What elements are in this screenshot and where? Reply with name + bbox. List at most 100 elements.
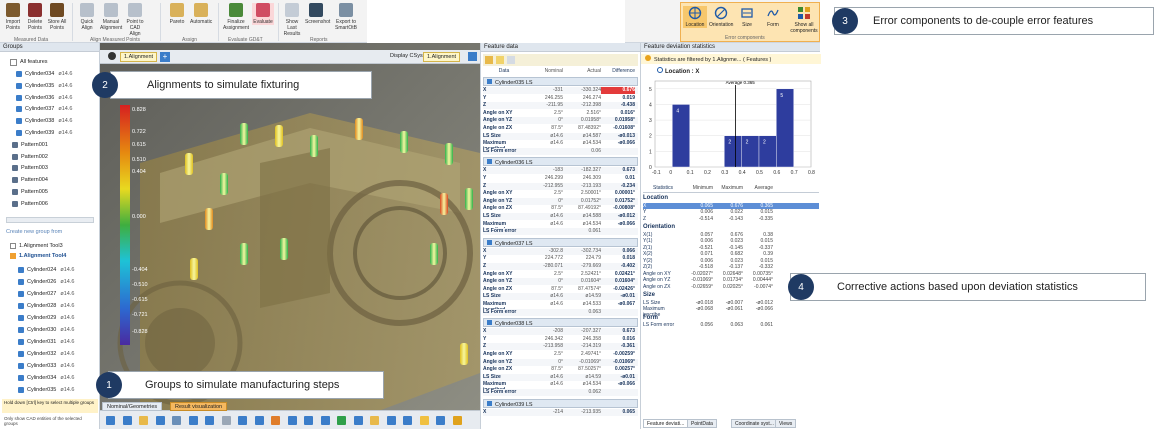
store-all-points-button[interactable]: Store All Points [46,3,68,31]
feature-block-header[interactable]: Cylinder037 LS [483,237,638,247]
tool-icon[interactable] [304,416,313,425]
group-list-item[interactable]: Pattern004 [12,175,48,185]
tolerance-icon[interactable] [496,56,504,64]
alignment-tool4-item[interactable]: 1.Alignment Tool4 [10,251,66,261]
group-list-item[interactable]: Cylinder036 ø14.6 [16,93,72,103]
tool-icon[interactable] [419,416,429,425]
point-to-cad-align-button[interactable]: Point to CAD Align [124,3,146,37]
group-list-item[interactable]: Pattern001 [12,140,48,150]
panel-tab[interactable]: Coordinate syst... [731,419,778,428]
stats-row[interactable]: LS Form error 0.056 0.063 0.061 [643,322,819,329]
tool-icon[interactable] [254,416,264,425]
create-new-group-link[interactable]: Create new group from [6,227,62,237]
alignment-tool3-item[interactable]: 1.Alignment Tool3 [10,241,63,251]
tool-icon[interactable] [337,416,346,425]
cylinder-marker[interactable] [280,238,288,260]
histogram-bar[interactable] [672,104,690,168]
tool-icon[interactable] [238,416,247,425]
tool-icon[interactable] [205,416,214,425]
grid-view-icon[interactable] [507,56,515,64]
stats-row[interactable]: Z -0.514 -0.143 -0.335 [643,216,819,223]
cylinder-marker[interactable] [275,125,283,147]
all-features-item[interactable]: All features [10,57,48,67]
feature-block-header[interactable]: Cylinder036 LS [483,157,638,167]
manual-alignment-button[interactable]: Manual Alignment [100,3,122,31]
cylinder-marker[interactable] [355,118,363,140]
group-list-item[interactable]: Cylinder037 ø14.6 [16,104,72,114]
cylinder-marker[interactable] [240,243,248,265]
tool-icon[interactable] [139,416,148,425]
pareto-button[interactable]: Pareto [166,3,188,25]
panel-tab[interactable]: Views [775,419,797,428]
tool-icon[interactable] [403,416,412,425]
show-all-components-button[interactable]: Show all components [789,6,819,34]
tool-icon[interactable] [353,416,363,425]
group-list-item[interactable]: Pattern005 [12,187,48,197]
filter-icon[interactable] [485,56,493,64]
tool-icon[interactable] [370,416,379,425]
group-list-item[interactable]: Pattern006 [12,199,48,209]
view-icon[interactable] [108,52,116,60]
group-list-item[interactable]: Cylinder035 ø14.6 [18,385,74,395]
cylinder-marker[interactable] [310,135,318,157]
screenshot-button[interactable]: Screenshot [305,3,330,25]
groups-scrollbar[interactable] [6,217,94,223]
tool-icon[interactable] [320,416,330,425]
group-list-item[interactable]: Cylinder031 ø14.6 [18,337,74,347]
group-list-item[interactable]: Cylinder032 ø14.6 [18,349,74,359]
show-last-results-button[interactable]: Show Last Results [281,3,303,37]
group-list-item[interactable]: Cylinder024 ø14.6 [18,265,74,275]
display-csys-select[interactable]: 1.Alignment [423,52,461,62]
group-list-item[interactable]: Cylinder029 ø14.6 [18,313,74,323]
tool-icon[interactable] [122,416,132,425]
feature-block-header[interactable]: Cylinder035 LS [483,77,638,86]
automatic-button[interactable]: Automatic [190,3,212,25]
tool-icon[interactable] [386,416,396,425]
export-button[interactable]: Export to SmartOtB [332,3,360,31]
cylinder-marker[interactable] [205,208,213,230]
group-list-item[interactable]: Cylinder033 ø14.6 [18,361,74,371]
add-icon[interactable]: + [160,52,170,62]
evaluate-button[interactable]: Evaluate [252,3,274,25]
panel-tab[interactable]: Feature deviati... [643,419,689,428]
cylinder-marker[interactable] [465,188,473,210]
cylinder-marker[interactable] [185,153,193,175]
cylinder-marker[interactable] [440,193,448,215]
panel-tab[interactable]: PointData [687,419,717,428]
histogram-bar[interactable] [758,135,777,168]
tab-nominal-geometries[interactable]: Nominal/Geometries [102,402,163,411]
group-list-item[interactable]: Cylinder035 ø14.6 [16,81,72,91]
group-list-item[interactable]: Cylinder030 ø14.6 [18,325,74,335]
cylinder-marker[interactable] [240,123,248,145]
histogram-bar[interactable] [724,135,742,168]
histogram-bar[interactable] [776,88,794,168]
group-list-item[interactable]: Cylinder039 ø14.6 [16,128,72,138]
finalize-assignment-button[interactable]: Finalize Assignment [222,3,250,31]
cylinder-marker[interactable] [445,143,453,165]
cylinder-marker[interactable] [400,131,408,153]
tool-icon[interactable] [106,416,115,425]
feature-block-header[interactable]: Cylinder038 LS [483,318,638,328]
group-list-item[interactable]: Cylinder028 ø14.6 [18,301,74,311]
size-button[interactable]: Size [735,6,759,28]
group-list-item[interactable]: Pattern003 [12,163,48,173]
tool-icon[interactable] [271,416,280,425]
orientation-button[interactable]: Orientation [709,6,733,28]
import-points-button[interactable]: Import Points [2,3,24,31]
group-list-item[interactable]: Cylinder034 ø14.6 [16,69,72,79]
tool-icon[interactable] [452,416,462,425]
tool-icon[interactable] [155,416,165,425]
delete-points-button[interactable]: Delete Points [24,3,46,31]
cylinder-marker[interactable] [460,343,468,365]
alignment-selector[interactable]: 1.Alignment [120,52,158,62]
stats-row[interactable]: Maximum inscribe -ø0.068 -ø0.061 -ø0.066 [643,306,819,318]
cylinder-marker[interactable] [430,243,438,265]
group-list-item[interactable]: Cylinder026 ø14.6 [18,277,74,287]
group-list-item[interactable]: Cylinder038 ø14.6 [16,116,72,126]
tool-icon[interactable] [221,416,231,425]
tool-icon[interactable] [287,416,297,425]
cylinder-marker[interactable] [190,258,198,280]
cylinder-marker[interactable] [220,173,228,195]
pencil-icon[interactable] [468,52,477,61]
tool-icon[interactable] [188,416,198,425]
